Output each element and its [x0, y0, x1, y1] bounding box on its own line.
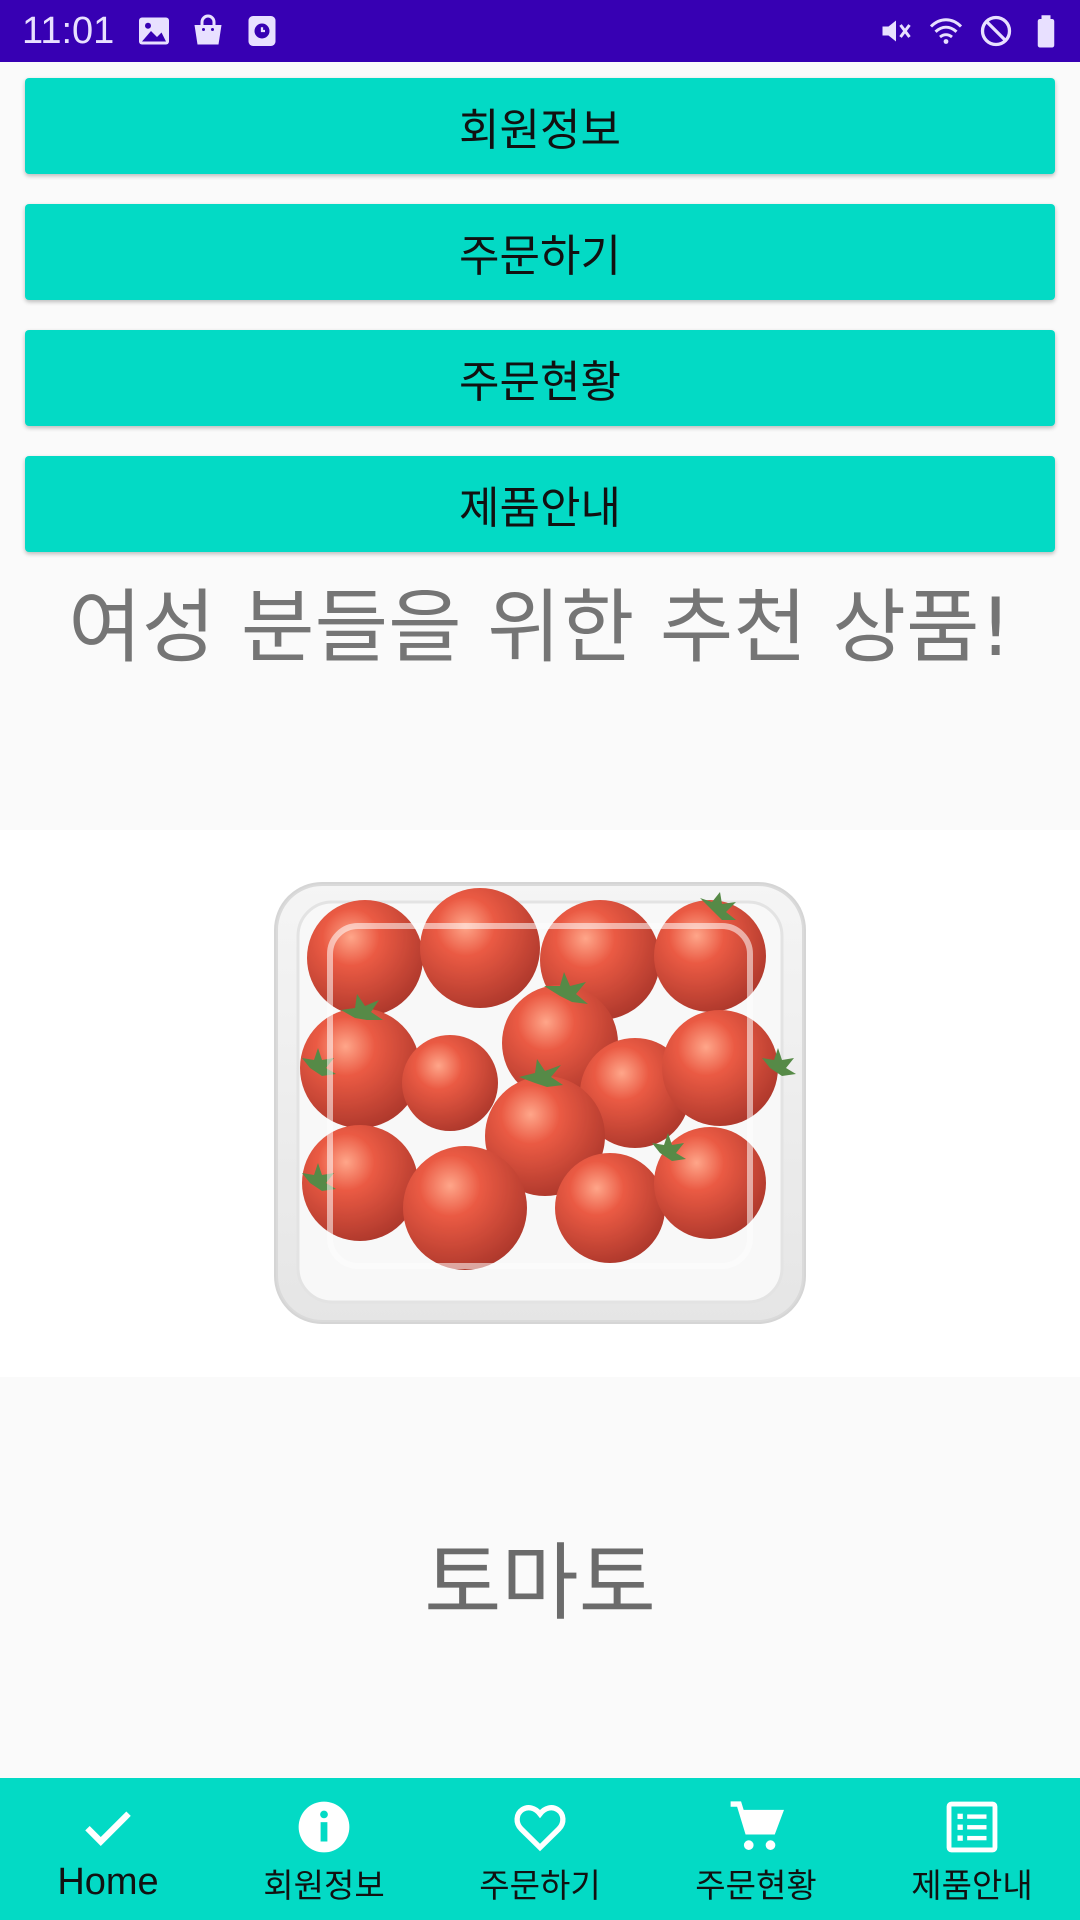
nav-item-product-info[interactable]: 제품안내 [864, 1778, 1080, 1920]
notification-icons [136, 13, 280, 49]
product-name: 토마토 [424, 1534, 656, 1632]
nav-label-home: Home [57, 1861, 159, 1903]
vibrate-mute-icon [882, 20, 911, 42]
order-button[interactable]: 주문하기 [25, 204, 1055, 300]
nav-item-order[interactable]: 주문하기 [432, 1778, 648, 1920]
heart-icon [514, 1805, 566, 1852]
nav-label-order: 주문하기 [479, 1866, 601, 1905]
nav-label-product-info: 제품안내 [911, 1866, 1033, 1905]
clock-badge-icon [248, 16, 276, 46]
nav-item-home[interactable]: Home [0, 1778, 216, 1920]
nav-label-order-status: 주문현황 [695, 1866, 817, 1905]
member-info-button[interactable]: 회원정보 [25, 78, 1055, 174]
shopping-bag-icon [194, 14, 222, 45]
bottom-navigation: Home 회원정보 주문하기 주문현황 제품안내 [0, 1778, 1080, 1920]
do-not-disturb-icon [980, 15, 1012, 47]
nav-item-order-status[interactable]: 주문현황 [648, 1778, 864, 1920]
product-info-button[interactable]: 제품안내 [25, 456, 1055, 552]
system-icons [878, 13, 1064, 49]
battery-icon [1037, 15, 1055, 48]
status-bar: 11:01 [0, 0, 1080, 62]
status-time: 11:01 [22, 10, 115, 52]
promo-heading: 여성 분들을 위한 추천 상품! [68, 581, 1012, 674]
cart-icon [730, 1801, 785, 1850]
product-image [0, 830, 1080, 1377]
order-status-button[interactable]: 주문현황 [25, 330, 1055, 426]
tomato-container-image [274, 882, 806, 1324]
nav-label-member-info: 회원정보 [263, 1866, 385, 1905]
image-icon [139, 17, 169, 45]
wifi-icon [929, 18, 963, 44]
list-icon [946, 1801, 998, 1853]
check-icon [85, 1811, 131, 1846]
info-icon [298, 1801, 350, 1853]
nav-item-member-info[interactable]: 회원정보 [216, 1778, 432, 1920]
